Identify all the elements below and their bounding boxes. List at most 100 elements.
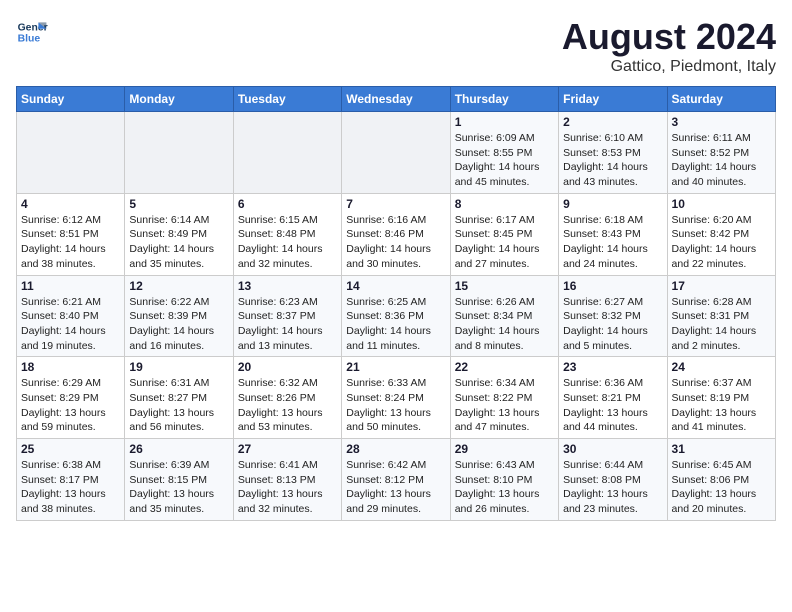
svg-text:Blue: Blue <box>18 34 41 45</box>
day-info: Sunrise: 6:42 AMSunset: 8:12 PMDaylight:… <box>346 458 445 517</box>
day-number: 19 <box>129 360 228 374</box>
calendar-cell: 28Sunrise: 6:42 AMSunset: 8:12 PMDayligh… <box>342 439 450 521</box>
day-number: 12 <box>129 279 228 293</box>
day-info: Sunrise: 6:34 AMSunset: 8:22 PMDaylight:… <box>455 376 554 435</box>
weekday-header-monday: Monday <box>125 87 233 112</box>
day-info: Sunrise: 6:39 AMSunset: 8:15 PMDaylight:… <box>129 458 228 517</box>
day-number: 17 <box>672 279 771 293</box>
day-number: 2 <box>563 115 662 129</box>
calendar-cell: 16Sunrise: 6:27 AMSunset: 8:32 PMDayligh… <box>559 275 667 357</box>
calendar-cell: 15Sunrise: 6:26 AMSunset: 8:34 PMDayligh… <box>450 275 558 357</box>
weekday-header-tuesday: Tuesday <box>233 87 341 112</box>
day-info: Sunrise: 6:43 AMSunset: 8:10 PMDaylight:… <box>455 458 554 517</box>
day-number: 18 <box>21 360 120 374</box>
calendar-cell: 27 Sunrise: 6:41 AMSunset: 8:13 PMDayligh… <box>233 439 341 521</box>
calendar-cell: 6 Sunrise: 6:15 AMSunset: 8:48 PMDaylight… <box>233 193 341 275</box>
calendar-cell: 22 Sunrise: 6:34 AMSunset: 8:22 PMDayligh… <box>450 357 558 439</box>
calendar-cell: 2 Sunrise: 6:10 AMSunset: 8:53 PMDaylight… <box>559 112 667 194</box>
calendar-cell <box>342 112 450 194</box>
day-number: 9 <box>563 197 662 211</box>
day-number: 16 <box>563 279 662 293</box>
day-info: Sunrise: 6:26 AMSunset: 8:34 PMDaylight:… <box>455 295 554 354</box>
weekday-header-wednesday: Wednesday <box>342 87 450 112</box>
weekday-header-row: SundayMondayTuesdayWednesdayThursdayFrid… <box>17 87 776 112</box>
calendar-cell: 3 Sunrise: 6:11 AMSunset: 8:52 PMDaylight… <box>667 112 775 194</box>
day-info: Sunrise: 6:18 AMSunset: 8:43 PMDaylight:… <box>563 213 662 272</box>
calendar-cell: 5 Sunrise: 6:14 AMSunset: 8:49 PMDaylight… <box>125 193 233 275</box>
calendar-week-1: 1 Sunrise: 6:09 AMSunset: 8:55 PMDaylight… <box>17 112 776 194</box>
day-number: 10 <box>672 197 771 211</box>
day-info: Sunrise: 6:09 AMSunset: 8:55 PMDaylight:… <box>455 131 554 190</box>
day-number: 26 <box>129 442 228 456</box>
calendar-cell <box>125 112 233 194</box>
day-number: 21 <box>346 360 445 374</box>
calendar-cell: 24Sunrise: 6:37 AMSunset: 8:19 PMDayligh… <box>667 357 775 439</box>
calendar-cell: 8 Sunrise: 6:17 AMSunset: 8:45 PMDaylight… <box>450 193 558 275</box>
calendar-cell: 17 Sunrise: 6:28 AMSunset: 8:31 PMDayligh… <box>667 275 775 357</box>
day-number: 1 <box>455 115 554 129</box>
calendar-week-2: 4 Sunrise: 6:12 AMSunset: 8:51 PMDaylight… <box>17 193 776 275</box>
calendar-cell: 4 Sunrise: 6:12 AMSunset: 8:51 PMDaylight… <box>17 193 125 275</box>
day-info: Sunrise: 6:11 AMSunset: 8:52 PMDaylight:… <box>672 131 771 190</box>
calendar-cell: 14Sunrise: 6:25 AMSunset: 8:36 PMDayligh… <box>342 275 450 357</box>
calendar-cell: 9 Sunrise: 6:18 AMSunset: 8:43 PMDaylight… <box>559 193 667 275</box>
calendar-cell: 18 Sunrise: 6:29 AMSunset: 8:29 PMDayligh… <box>17 357 125 439</box>
day-info: Sunrise: 6:36 AMSunset: 8:21 PMDaylight:… <box>563 376 662 435</box>
calendar-cell: 12 Sunrise: 6:22 AMSunset: 8:39 PMDayligh… <box>125 275 233 357</box>
day-info: Sunrise: 6:15 AMSunset: 8:48 PMDaylight:… <box>238 213 337 272</box>
day-number: 27 <box>238 442 337 456</box>
day-info: Sunrise: 6:17 AMSunset: 8:45 PMDaylight:… <box>455 213 554 272</box>
calendar-cell: 31 Sunrise: 6:45 AMSunset: 8:06 PMDayligh… <box>667 439 775 521</box>
day-info: Sunrise: 6:22 AMSunset: 8:39 PMDaylight:… <box>129 295 228 354</box>
logo-icon: General Blue <box>16 16 48 48</box>
weekday-header-thursday: Thursday <box>450 87 558 112</box>
calendar-cell: 7 Sunrise: 6:16 AMSunset: 8:46 PMDaylight… <box>342 193 450 275</box>
day-info: Sunrise: 6:16 AMSunset: 8:46 PMDaylight:… <box>346 213 445 272</box>
calendar-cell: 26 Sunrise: 6:39 AMSunset: 8:15 PMDayligh… <box>125 439 233 521</box>
day-info: Sunrise: 6:20 AMSunset: 8:42 PMDaylight:… <box>672 213 771 272</box>
logo: General Blue <box>16 16 48 48</box>
page-header: General Blue August 2024 Gattico, Piedmo… <box>16 16 776 76</box>
day-info: Sunrise: 6:14 AMSunset: 8:49 PMDaylight:… <box>129 213 228 272</box>
calendar-cell: 20 Sunrise: 6:32 AMSunset: 8:26 PMDayligh… <box>233 357 341 439</box>
day-number: 8 <box>455 197 554 211</box>
day-number: 6 <box>238 197 337 211</box>
calendar-cell: 11Sunrise: 6:21 AMSunset: 8:40 PMDayligh… <box>17 275 125 357</box>
weekday-header-friday: Friday <box>559 87 667 112</box>
day-number: 3 <box>672 115 771 129</box>
calendar-cell: 13Sunrise: 6:23 AMSunset: 8:37 PMDayligh… <box>233 275 341 357</box>
day-number: 29 <box>455 442 554 456</box>
day-number: 7 <box>346 197 445 211</box>
calendar-week-3: 11Sunrise: 6:21 AMSunset: 8:40 PMDayligh… <box>17 275 776 357</box>
subtitle: Gattico, Piedmont, Italy <box>562 58 776 76</box>
day-number: 22 <box>455 360 554 374</box>
day-info: Sunrise: 6:28 AMSunset: 8:31 PMDaylight:… <box>672 295 771 354</box>
day-info: Sunrise: 6:41 AMSunset: 8:13 PMDaylight:… <box>238 458 337 517</box>
day-number: 20 <box>238 360 337 374</box>
calendar-cell: 30Sunrise: 6:44 AMSunset: 8:08 PMDayligh… <box>559 439 667 521</box>
day-info: Sunrise: 6:21 AMSunset: 8:40 PMDaylight:… <box>21 295 120 354</box>
day-number: 31 <box>672 442 771 456</box>
day-number: 4 <box>21 197 120 211</box>
day-info: Sunrise: 6:10 AMSunset: 8:53 PMDaylight:… <box>563 131 662 190</box>
day-info: Sunrise: 6:32 AMSunset: 8:26 PMDaylight:… <box>238 376 337 435</box>
day-number: 24 <box>672 360 771 374</box>
calendar-cell: 25Sunrise: 6:38 AMSunset: 8:17 PMDayligh… <box>17 439 125 521</box>
day-number: 23 <box>563 360 662 374</box>
day-info: Sunrise: 6:45 AMSunset: 8:06 PMDaylight:… <box>672 458 771 517</box>
day-info: Sunrise: 6:23 AMSunset: 8:37 PMDaylight:… <box>238 295 337 354</box>
day-info: Sunrise: 6:12 AMSunset: 8:51 PMDaylight:… <box>21 213 120 272</box>
main-title: August 2024 <box>562 16 776 58</box>
day-info: Sunrise: 6:38 AMSunset: 8:17 PMDaylight:… <box>21 458 120 517</box>
calendar-cell <box>233 112 341 194</box>
day-info: Sunrise: 6:44 AMSunset: 8:08 PMDaylight:… <box>563 458 662 517</box>
calendar-cell: 29 Sunrise: 6:43 AMSunset: 8:10 PMDayligh… <box>450 439 558 521</box>
day-number: 5 <box>129 197 228 211</box>
calendar-table: SundayMondayTuesdayWednesdayThursdayFrid… <box>16 86 776 521</box>
day-info: Sunrise: 6:29 AMSunset: 8:29 PMDaylight:… <box>21 376 120 435</box>
calendar-cell <box>17 112 125 194</box>
day-info: Sunrise: 6:31 AMSunset: 8:27 PMDaylight:… <box>129 376 228 435</box>
calendar-cell: 19 Sunrise: 6:31 AMSunset: 8:27 PMDayligh… <box>125 357 233 439</box>
day-info: Sunrise: 6:33 AMSunset: 8:24 PMDaylight:… <box>346 376 445 435</box>
calendar-week-4: 18 Sunrise: 6:29 AMSunset: 8:29 PMDayligh… <box>17 357 776 439</box>
